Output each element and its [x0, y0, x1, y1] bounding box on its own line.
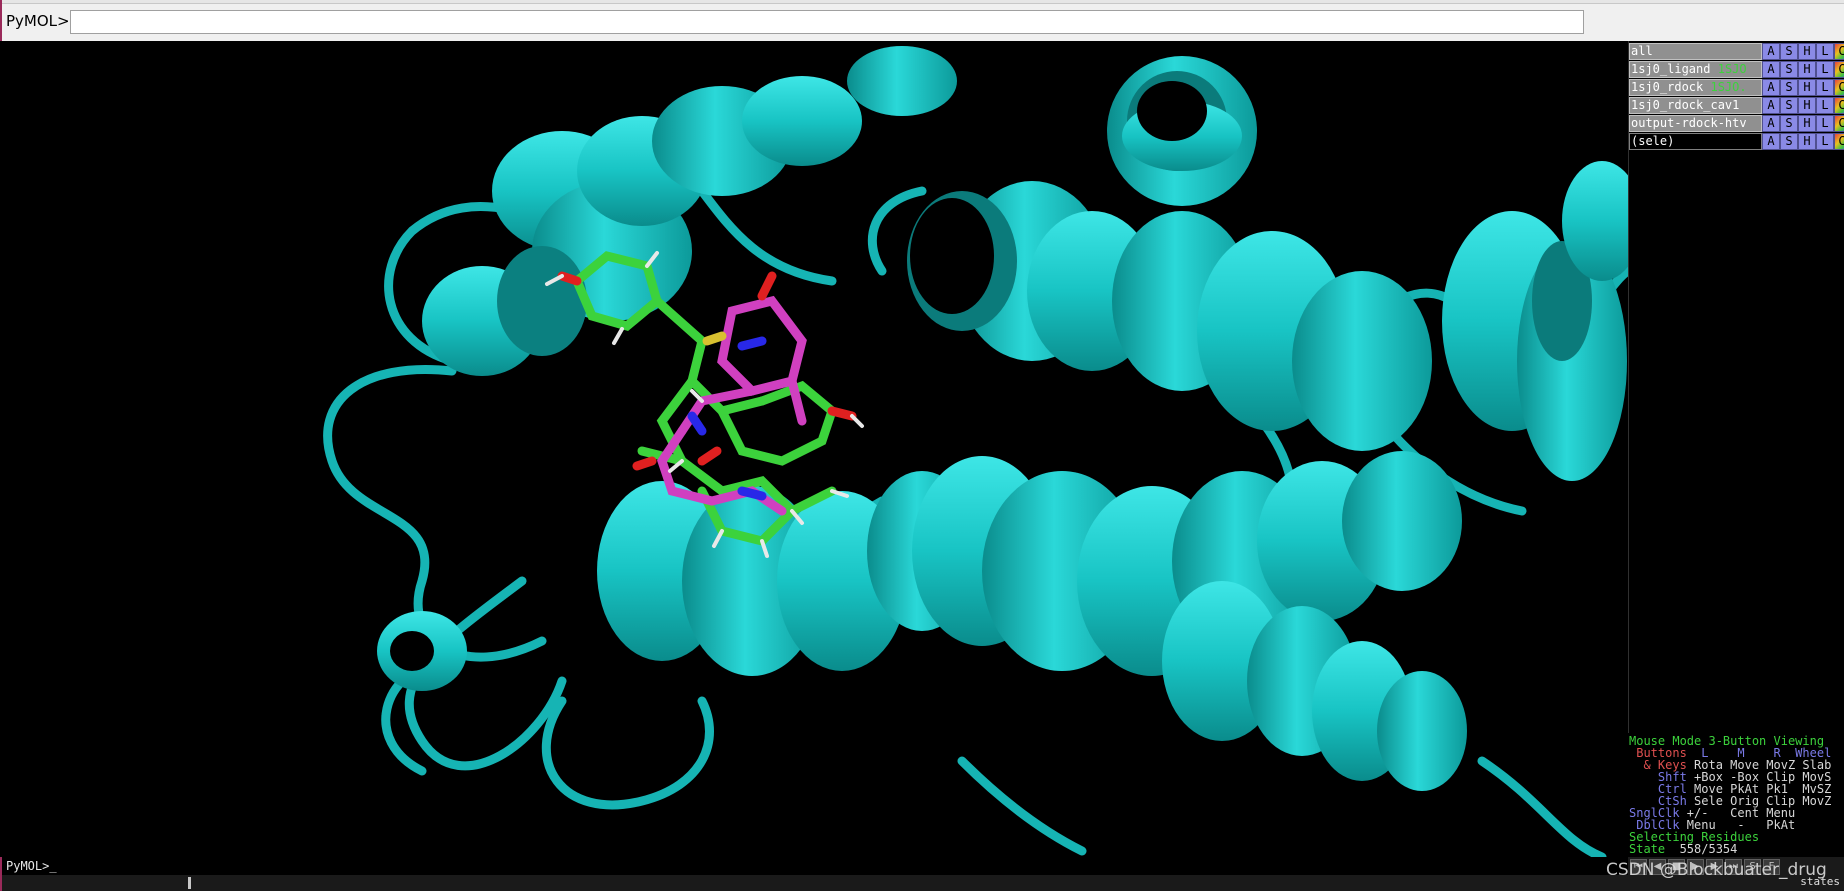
show-button[interactable]: S: [1780, 43, 1798, 60]
object-name[interactable]: 1sj0_rdock_cav1: [1629, 97, 1762, 114]
watermark: CSDN @Blockbuater_drug: [1606, 860, 1827, 880]
label-button[interactable]: L: [1816, 43, 1834, 60]
object-label: 1sj0_rdock_cav1: [1631, 98, 1740, 112]
object-name[interactable]: 1sj0_rdock 1SJO.: [1629, 79, 1762, 96]
hide-button[interactable]: H: [1798, 61, 1816, 78]
state-value: 558/5354: [1665, 842, 1738, 856]
show-button[interactable]: S: [1780, 97, 1798, 114]
action-button[interactable]: A: [1762, 79, 1780, 96]
molecular-viewport[interactable]: [2, 41, 1628, 857]
object-label: output-rdock-htv: [1631, 116, 1747, 130]
top-command-bar: PyMOL>: [0, 0, 1844, 41]
hide-button[interactable]: H: [1798, 133, 1816, 150]
protein-ribbon: [323, 46, 1628, 857]
object-tag: 1SJO: [1717, 62, 1747, 76]
object-label: 1sj0_rdock: [1631, 80, 1704, 94]
bottom-command-line[interactable]: PyMOL>_: [0, 857, 1628, 875]
label-button[interactable]: L: [1816, 115, 1834, 132]
action-button[interactable]: A: [1762, 61, 1780, 78]
action-button[interactable]: A: [1762, 97, 1780, 114]
object-label: 1sj0_ligand: [1631, 62, 1711, 76]
action-button[interactable]: A: [1762, 43, 1780, 60]
state-row: State 558/5354: [1629, 843, 1737, 855]
label-button[interactable]: L: [1816, 97, 1834, 114]
object-row-sele[interactable]: (sele) A S H L C: [1629, 133, 1844, 150]
hide-button[interactable]: H: [1798, 79, 1816, 96]
show-button[interactable]: S: [1780, 79, 1798, 96]
label-button[interactable]: L: [1816, 79, 1834, 96]
color-button[interactable]: C: [1834, 97, 1844, 114]
action-button[interactable]: A: [1762, 133, 1780, 150]
color-button[interactable]: C: [1834, 43, 1844, 60]
object-row-output-rdock-htv[interactable]: output-rdock-htv A S H L C: [1629, 115, 1844, 132]
object-label: (sele): [1631, 134, 1675, 148]
top-scrollbar[interactable]: [2, 0, 1844, 4]
bottom-prompt[interactable]: PyMOL>_: [6, 859, 57, 873]
color-button[interactable]: C: [1834, 115, 1844, 132]
hide-button[interactable]: H: [1798, 97, 1816, 114]
hide-button[interactable]: H: [1798, 43, 1816, 60]
color-button[interactable]: C: [1834, 79, 1844, 96]
object-name[interactable]: (sele): [1629, 133, 1762, 150]
state-slider-handle[interactable]: [188, 877, 191, 889]
color-button[interactable]: C: [1834, 133, 1844, 150]
command-prompt-label: PyMOL>: [6, 12, 70, 30]
object-row-1sj0-ligand[interactable]: 1sj0_ligand 1SJO A S H L C: [1629, 61, 1844, 78]
state-label: State: [1629, 842, 1666, 856]
object-name[interactable]: 1sj0_ligand 1SJO: [1629, 61, 1762, 78]
object-panel: all A S H L C 1sj0_ligand 1SJO A S H L C…: [1628, 41, 1844, 733]
state-slider[interactable]: [0, 875, 1628, 891]
object-row-all[interactable]: all A S H L C: [1629, 43, 1844, 60]
command-input[interactable]: [70, 10, 1584, 34]
label-button[interactable]: L: [1816, 61, 1834, 78]
object-name[interactable]: output-rdock-htv: [1629, 115, 1762, 132]
action-button[interactable]: A: [1762, 115, 1780, 132]
show-button[interactable]: S: [1780, 61, 1798, 78]
object-tag: 1SJO.: [1710, 80, 1747, 94]
protein-render: [323, 46, 1628, 857]
label-button[interactable]: L: [1816, 133, 1834, 150]
object-name[interactable]: all: [1629, 43, 1762, 60]
color-button[interactable]: C: [1834, 61, 1844, 78]
object-row-1sj0-rdock-cav1[interactable]: 1sj0_rdock_cav1 A S H L C: [1629, 97, 1844, 114]
object-label: all: [1631, 44, 1653, 58]
mouse-mode-panel[interactable]: Mouse Mode 3-Button Viewing Buttons L M …: [1628, 733, 1844, 857]
object-row-1sj0-rdock[interactable]: 1sj0_rdock 1SJO. A S H L C: [1629, 79, 1844, 96]
hide-button[interactable]: H: [1798, 115, 1816, 132]
show-button[interactable]: S: [1780, 133, 1798, 150]
show-button[interactable]: S: [1780, 115, 1798, 132]
